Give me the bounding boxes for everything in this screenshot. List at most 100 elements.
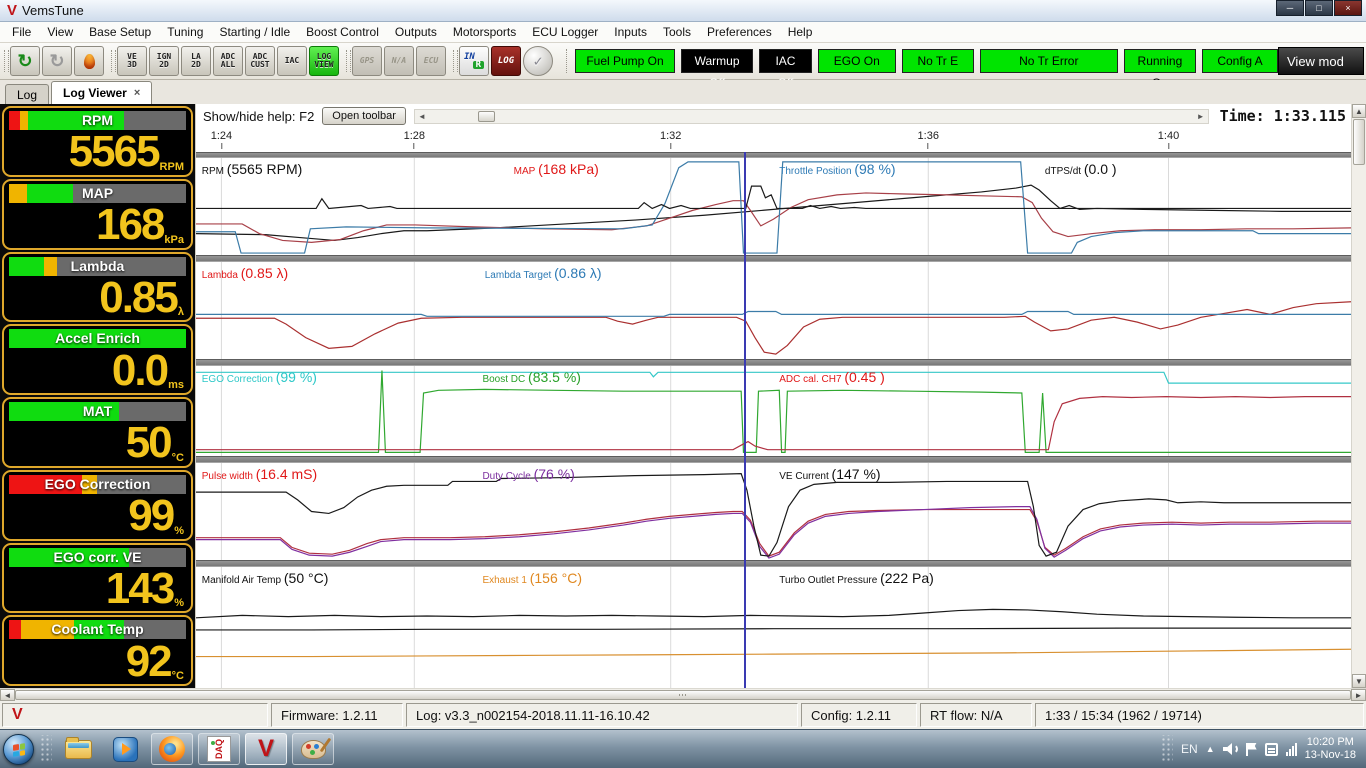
volume-icon[interactable] [1223,743,1238,755]
pan-left-icon[interactable]: ◄ [415,112,429,121]
tab-bar: LogLog Viewer× [0,80,1366,104]
tray-expand-icon[interactable]: ▲ [1206,744,1215,754]
tab-close-icon[interactable]: × [134,87,140,99]
taskbar-app-vemstune[interactable]: V [245,733,287,765]
reload-green-button[interactable]: ↻ [10,46,40,76]
chart-panel-5[interactable]: Manifold Air Temp (50 °C)Exhaust 1 (156 … [196,567,1351,688]
chart-panel-1[interactable]: RPM (5565 RPM)MAP (168 kPa)Throttle Posi… [196,158,1351,255]
indicator-fuel-pump-on[interactable]: Fuel Pump On [575,49,675,73]
ecu-button[interactable]: ECU [416,46,446,76]
scroll-up-icon[interactable]: ▲ [1352,104,1366,118]
iac-button[interactable]: IAC [277,46,307,76]
trace-label-map: MAP (168 kPa) [514,161,599,179]
close-button[interactable]: × [1334,0,1362,16]
confirm-button[interactable]: ✓ [523,46,553,76]
pan-scroll-thumb[interactable] [478,111,495,122]
scroll-left-icon[interactable]: ◄ [0,689,15,701]
menu-item-base-setup[interactable]: Base Setup [81,23,159,41]
taskbar-app-firefox[interactable] [151,733,193,765]
view-mode-button[interactable]: View mod [1278,47,1364,75]
playback-cursor[interactable] [744,152,746,688]
ve-3d-button[interactable]: VE3D [117,46,147,76]
menu-item-starting-idle[interactable]: Starting / Idle [211,23,298,41]
gauge-accel-enrich[interactable]: Accel Enrich0.0ms [2,324,193,395]
na-button[interactable]: N/A [384,46,414,76]
chart-panel-3[interactable]: EGO Correction (99 %)Boost DC (83.5 %)AD… [196,366,1351,456]
menu-item-inputs[interactable]: Inputs [606,23,655,41]
gauge-coolant-temp[interactable]: Coolant Temp92°C [2,615,193,686]
start-button[interactable] [3,734,34,765]
gauge-ego-correction[interactable]: EGO Correction99% [2,470,193,541]
trace-label-turbo-outlet-pressure: Turbo Outlet Pressure (222 Pa) [779,570,934,588]
gauge-ego-corr-ve[interactable]: EGO corr. VE143% [2,543,193,614]
menu-item-tuning[interactable]: Tuning [159,23,211,41]
open-toolbar-button[interactable]: Open toolbar [322,107,406,125]
vertical-scroll-track[interactable] [1352,166,1366,674]
adc-cust-button[interactable]: ADCCUST [245,46,275,76]
horizontal-scrollbar[interactable]: ◄ ► [0,688,1366,701]
menu-item-outputs[interactable]: Outputs [387,23,445,41]
taskbar-app-paint[interactable] [292,733,334,765]
taskbar-app-media-player[interactable] [104,733,146,765]
menu-item-tools[interactable]: Tools [655,23,699,41]
scroll-down-icon[interactable]: ▼ [1352,674,1366,688]
indicator-no-tr-e[interactable]: No Tr E [902,49,974,73]
trace-label-manifold-air-temp: Manifold Air Temp (50 °C) [202,570,329,588]
clock[interactable]: 10:20 PM 13-Nov-18 [1305,736,1356,762]
menu-item-file[interactable]: File [4,23,39,41]
minimize-button[interactable]: ─ [1276,0,1304,16]
vertical-scroll-thumb[interactable] [1353,119,1365,165]
tab-log[interactable]: Log [5,84,49,104]
ign-2d-button[interactable]: IGN2D [149,46,179,76]
burn-button[interactable] [74,46,104,76]
taskbar-app-explorer[interactable] [57,733,99,765]
gauge-title: MAT [9,402,186,421]
gauge-mat[interactable]: MAT50°C [2,397,193,468]
gauge-unit: °C [172,452,184,464]
gauge-lambda[interactable]: Lambda0.85λ [2,252,193,323]
gauge-title: RPM [9,111,186,130]
horizontal-scroll-thumb[interactable] [15,690,1351,700]
keyboard-language-indicator[interactable]: EN [1181,742,1198,756]
indicator-no-tr-error[interactable]: No Tr Error [980,49,1118,73]
gps-button[interactable]: GPS [352,46,382,76]
taskbar-app-idaq[interactable]: DAQ [198,733,240,765]
title-bar[interactable]: V VemsTune ─ □ × [0,0,1366,22]
statusbar-segment-5: 1:33 / 15:34 (1962 / 19714) [1035,703,1364,727]
log-button[interactable]: LOG [491,46,521,76]
menu-item-help[interactable]: Help [780,23,821,41]
indicator-running-on[interactable]: Running On [1124,49,1196,73]
action-center-flag-icon[interactable] [1246,743,1257,756]
chart-pan-scrollbar[interactable]: ◄ ► [414,109,1209,124]
panel-separator[interactable] [196,456,1351,463]
power-plug-icon[interactable] [1265,743,1278,756]
panel-separator[interactable] [196,255,1351,262]
indicator-warmup-off[interactable]: Warmup Off [681,49,753,73]
reload-gray-button[interactable]: ↻ [42,46,72,76]
scroll-right-icon[interactable]: ► [1351,689,1366,701]
indicator-ego-on[interactable]: EGO On [818,49,896,73]
maximize-button[interactable]: □ [1305,0,1333,16]
chart-panel-4[interactable]: Pulse width (16.4 mS)Duty Cycle (76 %)VE… [196,463,1351,560]
menu-item-motorsports[interactable]: Motorsports [445,23,524,41]
pan-right-icon[interactable]: ► [1194,112,1208,121]
menu-item-view[interactable]: View [39,23,81,41]
gauge-map[interactable]: MAP168kPa [2,179,193,250]
indicator-config-a[interactable]: Config A [1202,49,1278,73]
menu-item-preferences[interactable]: Preferences [699,23,780,41]
gauge-rpm[interactable]: RPM5565RPM [2,106,193,177]
tab-log-viewer[interactable]: Log Viewer× [51,81,152,104]
vertical-scrollbar[interactable]: ▲ ▼ [1351,104,1366,688]
menu-item-boost-control[interactable]: Boost Control [298,23,387,41]
in-r-button[interactable]: INR [459,46,489,76]
chart-panel-2[interactable]: Lambda (0.85 λ)Lambda Target (0.86 λ) [196,262,1351,359]
network-signal-icon[interactable] [1286,743,1297,756]
menu-item-ecu-logger[interactable]: ECU Logger [524,23,606,41]
la-2d-button[interactable]: LA2D [181,46,211,76]
panel-separator[interactable] [196,359,1351,366]
indicator-iac-off[interactable]: IAC Off [759,49,812,73]
panel-separator[interactable] [196,560,1351,567]
gauge-value: 0.0 [112,351,167,391]
adc-all-button[interactable]: ADCALL [213,46,243,76]
log-view-button[interactable]: LOGVIEW [309,46,339,76]
